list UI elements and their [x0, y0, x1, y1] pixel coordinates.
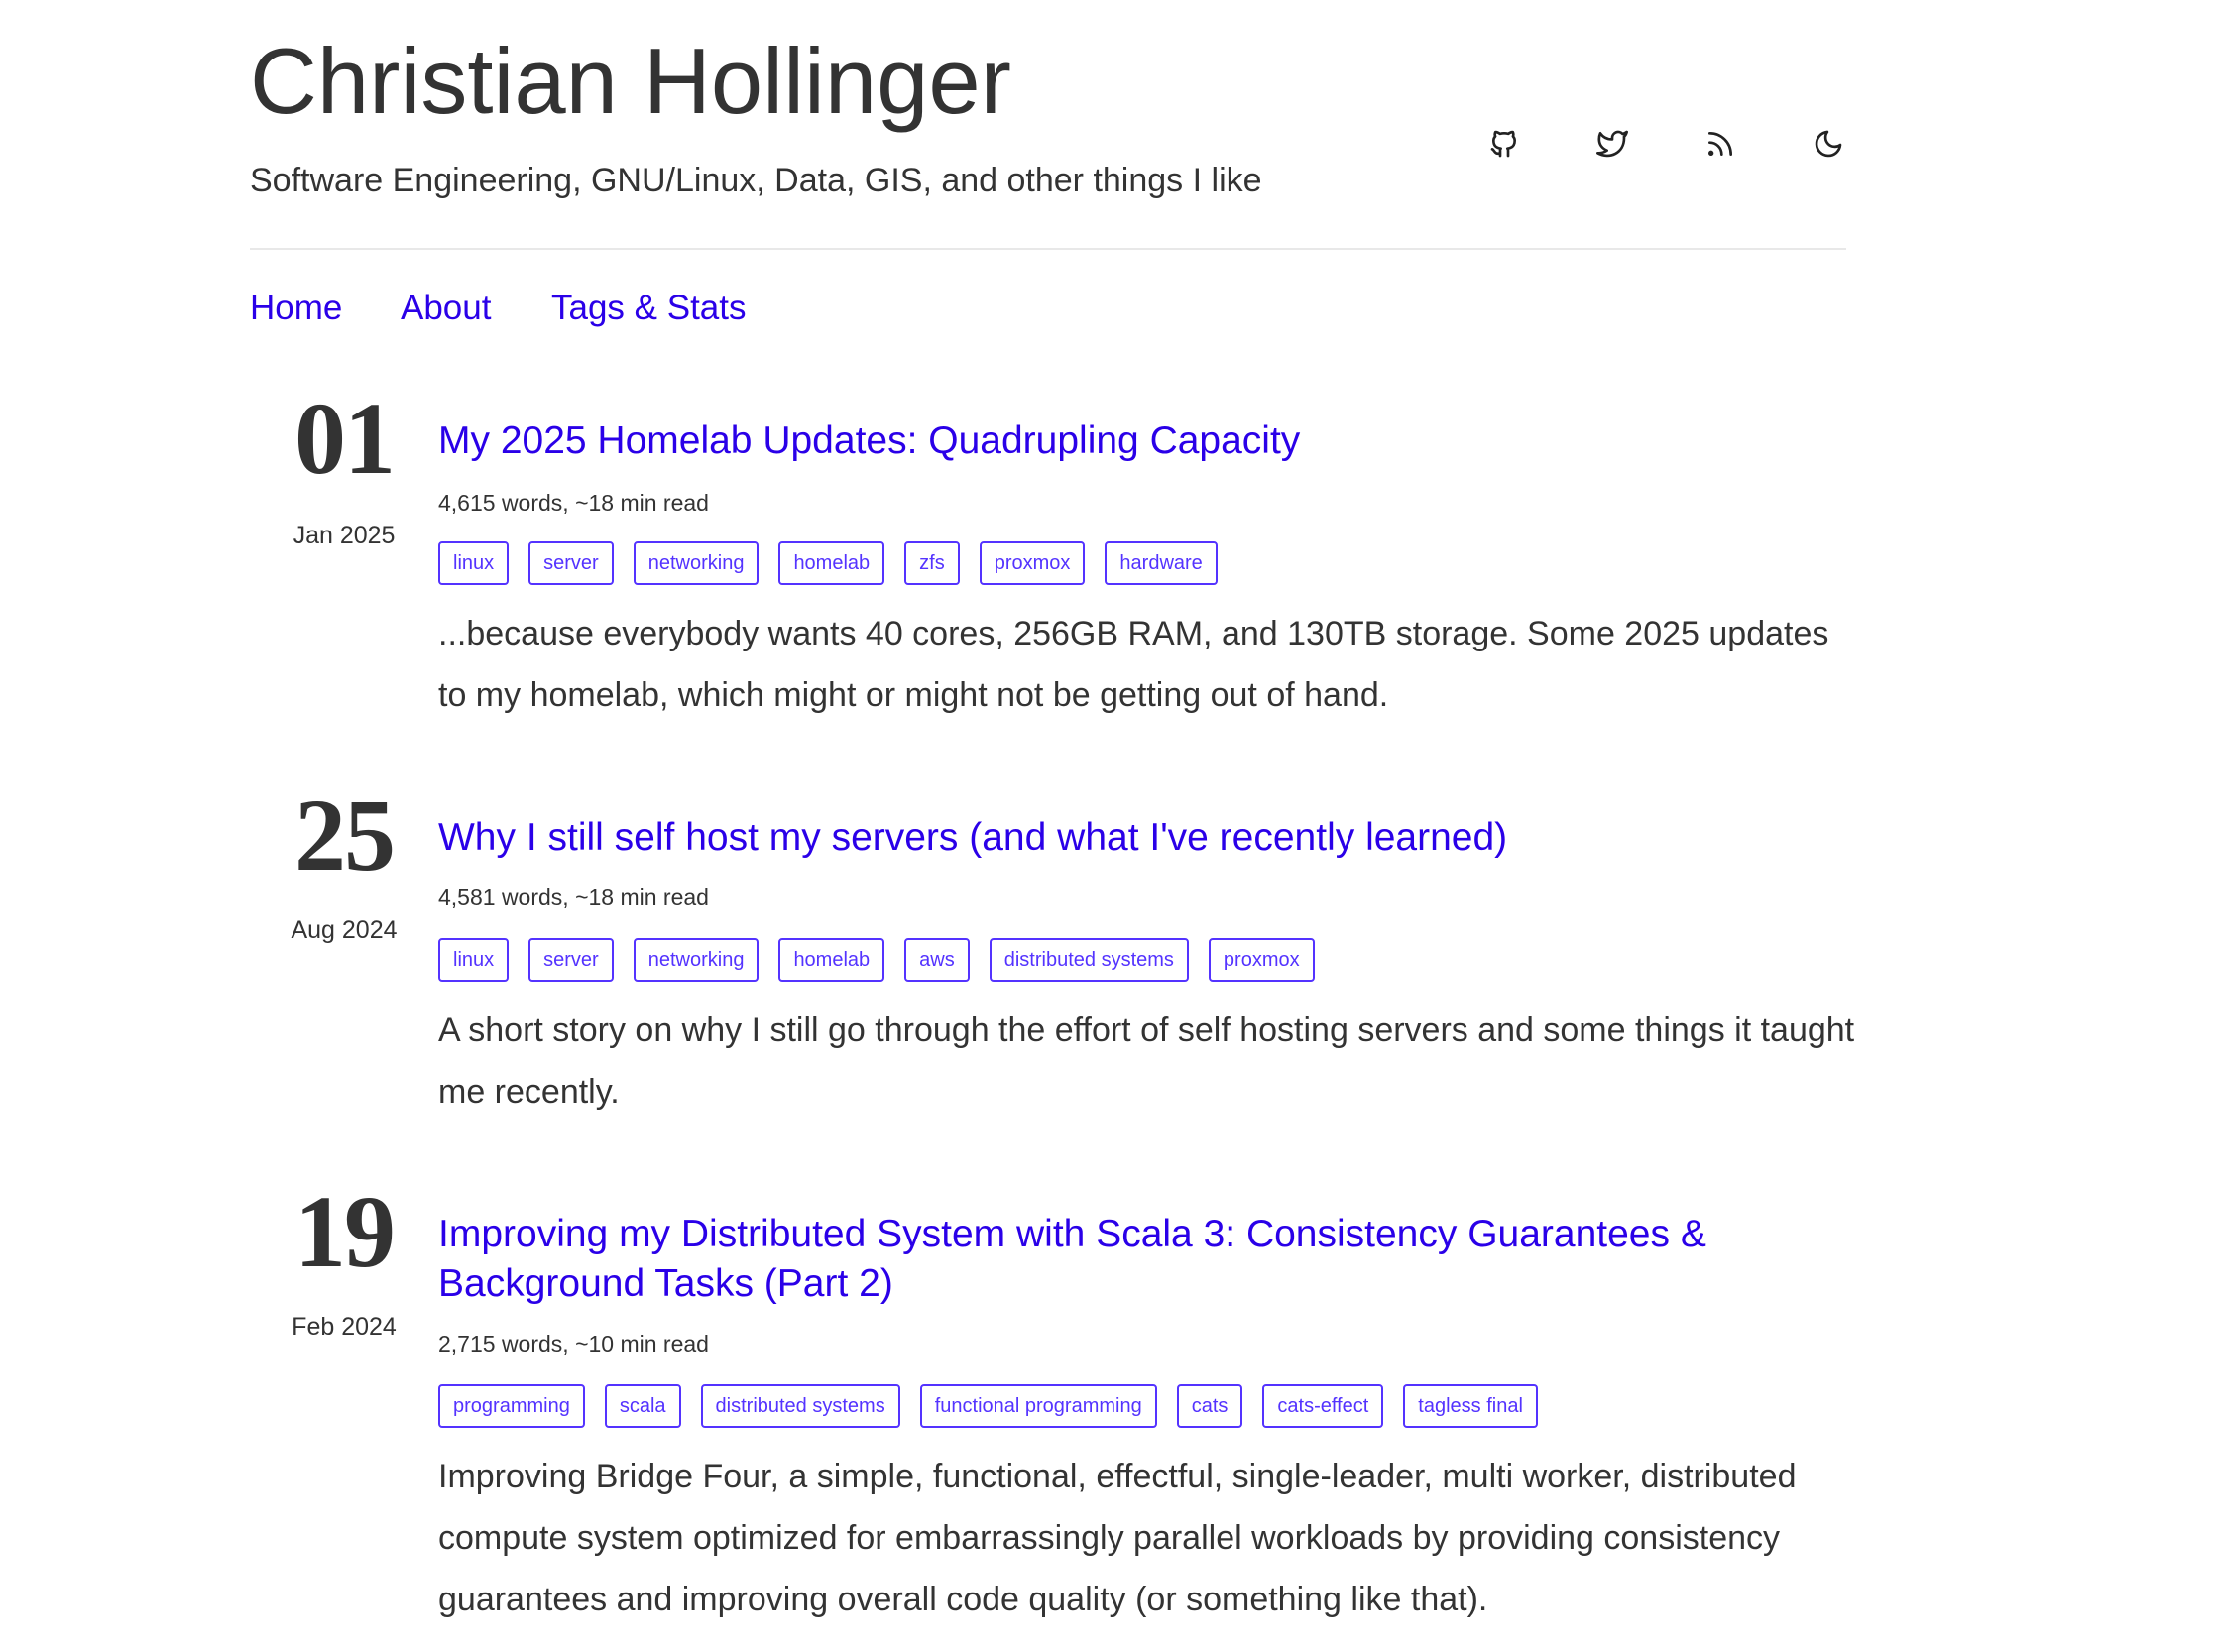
post-meta: 4,615 words, ~18 min read [438, 490, 709, 516]
site-title[interactable]: Christian Hollinger [250, 22, 1011, 141]
tag-chip[interactable]: networking [633, 938, 760, 982]
github-icon[interactable] [1479, 119, 1529, 169]
header-divider [250, 248, 1846, 250]
tag-chip[interactable]: linux [438, 541, 510, 585]
twitter-icon[interactable] [1587, 119, 1637, 169]
post-meta: 2,715 words, ~10 min read [438, 1331, 709, 1357]
tag-chip[interactable]: zfs [904, 541, 960, 585]
tag-chip[interactable]: proxmox [1208, 938, 1315, 982]
tag-chip[interactable]: homelab [778, 938, 885, 982]
post-month: Aug 2024 [291, 916, 398, 944]
post-month: Jan 2025 [293, 522, 396, 549]
post-excerpt: Improving Bridge Four, a simple, functio… [438, 1458, 1797, 1618]
tag-chip[interactable]: hardware [1105, 541, 1218, 585]
post-tags: programming scala distributed systems fu… [438, 1384, 1538, 1428]
post-day: 19 [294, 1175, 396, 1289]
tag-chip[interactable]: networking [633, 541, 760, 585]
tag-chip[interactable]: programming [438, 1384, 585, 1428]
tag-chip[interactable]: tagless final [1403, 1384, 1538, 1428]
post-tags: linux server networking homelab zfs prox… [438, 541, 1218, 585]
rss-icon[interactable] [1696, 119, 1745, 169]
post-tags: linux server networking homelab aws dist… [438, 938, 1315, 982]
post-month: Feb 2024 [292, 1313, 397, 1341]
tag-chip[interactable]: distributed systems [989, 938, 1189, 982]
tag-chip[interactable]: distributed systems [700, 1384, 900, 1428]
post-title-link[interactable]: Improving my Distributed System with Sca… [438, 1210, 1846, 1309]
tag-chip[interactable]: scala [604, 1384, 681, 1428]
tag-chip[interactable]: aws [904, 938, 970, 982]
post-meta: 4,581 words, ~18 min read [438, 885, 709, 910]
tag-chip[interactable]: cats-effect [1262, 1384, 1384, 1428]
post-excerpt: A short story on why I still go through … [438, 1011, 1855, 1111]
post-title-link[interactable]: Why I still self host my servers (and wh… [438, 813, 1846, 863]
post-day: 01 [294, 382, 396, 496]
tag-chip[interactable]: server [528, 938, 614, 982]
tag-chip[interactable]: homelab [778, 541, 885, 585]
post-day: 25 [294, 778, 396, 892]
dark-mode-icon[interactable] [1804, 119, 1853, 169]
tag-chip[interactable]: proxmox [979, 541, 1086, 585]
site-subtitle: Software Engineering, GNU/Linux, Data, G… [250, 162, 1262, 199]
nav-tags-stats[interactable]: Tags & Stats [551, 286, 746, 331]
nav-home[interactable]: Home [250, 286, 342, 331]
post-title-link[interactable]: My 2025 Homelab Updates: Quadrupling Cap… [438, 416, 1846, 466]
tag-chip[interactable]: functional programming [919, 1384, 1157, 1428]
tag-chip[interactable]: cats [1176, 1384, 1243, 1428]
tag-chip[interactable]: server [528, 541, 614, 585]
nav-about[interactable]: About [401, 286, 491, 331]
tag-chip[interactable]: linux [438, 938, 510, 982]
post-excerpt: ...because everybody wants 40 cores, 256… [438, 615, 1829, 714]
